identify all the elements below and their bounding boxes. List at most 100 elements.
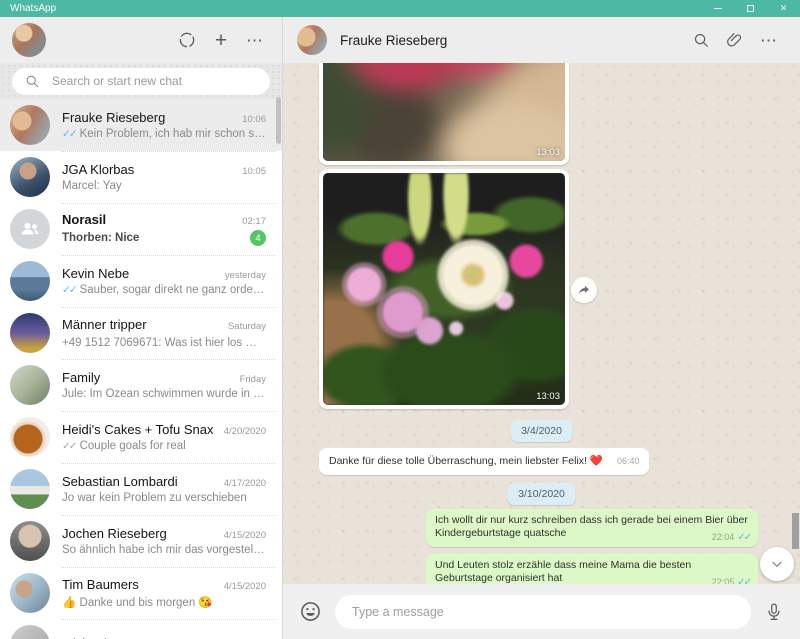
close-icon: ✕ [780, 3, 788, 14]
avatar [10, 625, 50, 639]
conversation-title: Frauke Rieseberg [340, 33, 684, 48]
conversation-menu-button[interactable]: ⋯ [752, 23, 786, 57]
avatar [10, 365, 50, 405]
chat-preview: Jo war kein Problem zu verschieben [62, 492, 266, 504]
chat-list-item-norasil[interactable]: Norasil 02:17 Thorben: Nice 4 [0, 203, 282, 255]
avatar [10, 417, 50, 457]
chat-name: Heidi's Cakes + Tofu Snax [62, 422, 213, 437]
chat-list-item-heidis-cakes[interactable]: Heidi's Cakes + Tofu Snax4/20/2020 ✓✓Cou… [0, 411, 282, 463]
chat-name: Kevin Nebe [62, 266, 129, 281]
attach-button[interactable] [718, 23, 752, 57]
message-time: 06:40 [617, 456, 640, 466]
conversation-panel: Frauke Rieseberg ⋯ 13:03 13:03 [283, 17, 800, 639]
chat-list-item-kevin-nebe[interactable]: Kevin Nebeyesterday ✓✓Sauber, sogar dire… [0, 255, 282, 307]
maximize-button[interactable] [734, 0, 767, 17]
message-input[interactable] [352, 605, 734, 619]
message-input-pill[interactable] [335, 595, 751, 629]
conversation-avatar[interactable] [297, 25, 327, 55]
sidebar-scrollbar[interactable] [276, 97, 281, 144]
maximize-icon [747, 5, 754, 12]
voice-message-button[interactable] [764, 602, 784, 622]
date-separator: 3/4/2020 [510, 420, 573, 442]
chat-time: 4/15/2020 [224, 530, 266, 541]
chat-preview: +49 1512 7069671: Was ist hier los 😂😂😂 [62, 335, 266, 349]
minimize-button[interactable] [701, 0, 734, 17]
sidebar-header: + ⋯ [0, 17, 282, 63]
minimize-icon [714, 8, 722, 9]
message-time: 22:05 [712, 577, 735, 584]
read-receipt-icon: ✓✓ [737, 577, 750, 584]
search-input[interactable] [52, 74, 257, 88]
message-time: 13:03 [536, 391, 560, 402]
chat-name: Tim Baumers [62, 577, 139, 592]
chat-preview: Marcel: Yay [62, 180, 266, 192]
avatar [10, 157, 50, 197]
chat-preview: Jule: Im Ozean schwimmen wurde in Mülhei… [62, 388, 266, 400]
search-icon [693, 32, 710, 49]
outgoing-text-message[interactable]: Und Leuten stolz erzähle dass meine Mama… [426, 554, 758, 584]
emoji-smiley-icon [299, 600, 322, 623]
search-in-chat-button[interactable] [684, 23, 718, 57]
message-history: 13:03 13:03 3/4/2020 Danke für diese tol… [283, 63, 800, 584]
group-avatar [10, 209, 50, 249]
chat-time: 02:17 [242, 216, 266, 227]
whatsapp-window: WhatsApp ✕ + ⋯ [0, 0, 800, 639]
chat-list-item-jochen-rieseberg[interactable]: Jochen Rieseberg 4/15/2020 So ähnlich hab… [0, 515, 282, 567]
message-text: Und Leuten stolz erzähle dass meine Mama… [435, 559, 691, 584]
incoming-image-message[interactable]: 13:03 [319, 63, 569, 165]
microphone-icon [764, 602, 784, 622]
incoming-text-message[interactable]: Danke für diese tolle Überraschung, mein… [319, 448, 649, 475]
chat-preview: Thorben: Nice [62, 232, 246, 244]
search-icon [25, 74, 40, 89]
unread-badge: 4 [250, 230, 266, 246]
window-title: WhatsApp [0, 0, 701, 17]
chat-list-item-tim-baumers[interactable]: Tim Baumers 4/15/2020 👍 Danke und bis mor… [0, 567, 282, 619]
search-bar-area [0, 63, 282, 99]
chat-name: Frauke Rieseberg [62, 110, 165, 125]
outgoing-text-message[interactable]: Ich wollt dir nur kurz schreiben dass ic… [426, 509, 758, 547]
new-chat-button[interactable]: + [204, 23, 238, 57]
emoji-button[interactable] [299, 600, 322, 623]
date-separator: 3/10/2020 [507, 483, 576, 505]
forward-message-button[interactable] [571, 277, 597, 303]
paperclip-icon [726, 31, 744, 49]
menu-dots-icon: ⋯ [760, 32, 778, 49]
chat-name: Norasil [62, 212, 106, 227]
avatar [10, 261, 50, 301]
my-profile-avatar[interactable] [12, 23, 46, 57]
avatar [10, 313, 50, 353]
read-receipt-icon: ✓✓ [62, 128, 76, 140]
chat-list-item-maenner-tripper[interactable]: Männer tripperSaturday +49 1512 7069671:… [0, 307, 282, 359]
incoming-image-message[interactable]: 13:03 [319, 169, 569, 409]
message-time: 13:03 [536, 147, 560, 158]
chat-time: 4/15/2020 [224, 581, 266, 592]
chat-time: 4/17/2020 [224, 478, 266, 489]
chat-list-item-frauke[interactable]: Frauke Rieseberg10:06 ✓✓Kein Problem, ic… [0, 99, 282, 151]
sidebar-menu-button[interactable]: ⋯ [238, 23, 272, 57]
conversation-header[interactable]: Frauke Rieseberg ⋯ [283, 17, 800, 63]
message-composer [283, 584, 800, 639]
sidebar: + ⋯ Frauke Rieseberg10:06 ✓✓Kein Problem… [0, 17, 283, 639]
plus-icon: + [215, 30, 227, 51]
chat-preview: 👍 Danke und bis morgen 😘 [62, 595, 266, 609]
chat-preview: So ähnlich habe ich mir das vorgestellt,… [62, 544, 266, 556]
close-button[interactable]: ✕ [767, 0, 800, 17]
search-pill[interactable] [12, 68, 270, 95]
chat-name: JGA Klorbas [62, 162, 134, 177]
chat-name: Sebastian Lombardi [62, 474, 178, 489]
message-text: Danke für diese tolle Überraschung, mein… [329, 455, 603, 467]
chat-name: Jochen Rieseberg [62, 526, 167, 541]
chat-list-item-jga-klorbas[interactable]: JGA Klorbas10:05 Marcel: Yay [0, 151, 282, 203]
chat-preview: Kein Problem, ich hab mir schon sowas … [80, 128, 266, 140]
chat-list-item-sebastian-lombardi[interactable]: Sebastian Lombardi 4/17/2020 Jo war kein … [0, 463, 282, 515]
chat-list-item-michael[interactable]: Michael4/10/2020 [0, 619, 282, 639]
status-button[interactable] [170, 23, 204, 57]
chat-name: Männer tripper [62, 317, 147, 332]
messages-scrollbar[interactable] [792, 513, 799, 549]
chat-time: Friday [240, 374, 266, 385]
message-time: 22:04 [712, 532, 735, 543]
chat-list: Frauke Rieseberg10:06 ✓✓Kein Problem, ic… [0, 99, 282, 639]
chat-list-item-family[interactable]: FamilyFriday Jule: Im Ozean schwimmen wu… [0, 359, 282, 411]
read-receipt-icon: ✓✓ [62, 440, 76, 452]
scroll-to-bottom-button[interactable] [760, 547, 794, 581]
